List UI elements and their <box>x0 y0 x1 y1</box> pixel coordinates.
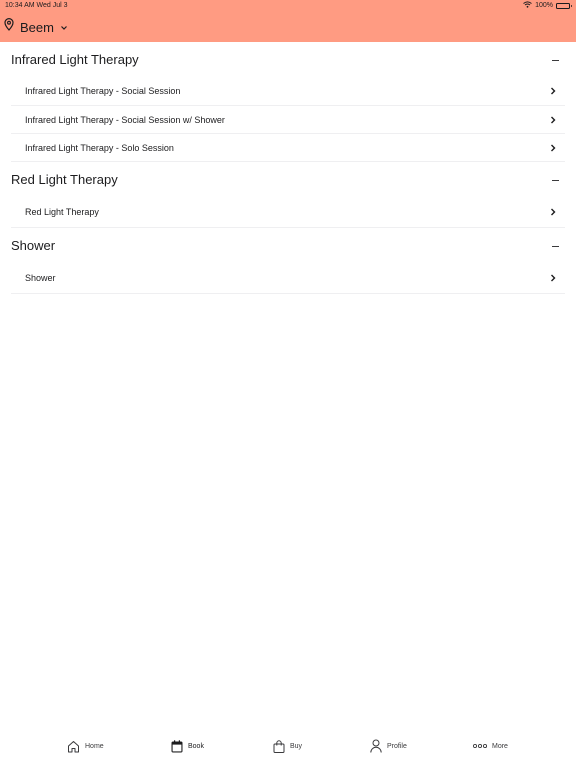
section-title: Infrared Light Therapy <box>11 51 139 67</box>
shopping-bag-icon <box>273 739 285 753</box>
list-item[interactable]: Infrared Light Therapy - Social Session <box>11 76 565 106</box>
chevron-right-icon <box>551 144 556 152</box>
section-shower: Shower Shower <box>0 228 576 294</box>
location-name: Beem <box>20 19 54 35</box>
tab-label: Book <box>188 742 204 750</box>
chevron-right-icon <box>551 87 556 95</box>
tab-label: Buy <box>290 742 303 750</box>
tab-more[interactable]: More <box>473 738 508 754</box>
tab-label: More <box>492 742 508 750</box>
chevron-down-icon <box>60 18 68 36</box>
bottom-tab-bar: Home Book Buy Profile More <box>0 728 576 768</box>
list-item[interactable]: Infrared Light Therapy - Social Session … <box>11 106 565 134</box>
chevron-right-icon <box>551 274 556 282</box>
tab-book[interactable]: Book <box>171 738 204 754</box>
status-indicators: 100% <box>523 1 572 10</box>
collapse-icon[interactable] <box>552 60 559 62</box>
status-bar: 10:34 AM Wed Jul 3 100% <box>0 0 576 12</box>
section-title: Red Light Therapy <box>11 171 118 187</box>
chevron-right-icon <box>551 208 556 216</box>
battery-icon <box>556 2 572 9</box>
service-list: Infrared Light Therapy Infrared Light Th… <box>0 42 576 294</box>
person-icon <box>370 739 382 753</box>
collapse-icon[interactable] <box>552 246 559 248</box>
location-selector[interactable]: Beem <box>4 18 68 36</box>
section-title: Shower <box>11 237 56 253</box>
app-header: 10:34 AM Wed Jul 3 100% Beem <box>0 0 576 42</box>
battery-percent: 100% <box>535 2 553 9</box>
tab-buy[interactable]: Buy <box>273 738 302 754</box>
chevron-right-icon <box>551 116 556 124</box>
home-icon <box>67 740 80 753</box>
list-item-label: Infrared Light Therapy - Social Session <box>25 85 181 96</box>
tab-label: Profile <box>387 742 407 750</box>
tab-label: Home <box>85 742 104 750</box>
list-item[interactable]: Red Light Therapy <box>11 196 565 228</box>
list-item-label: Red Light Therapy <box>25 206 99 217</box>
section-header[interactable]: Infrared Light Therapy <box>0 42 576 76</box>
tab-profile[interactable]: Profile <box>370 738 407 754</box>
calendar-icon <box>171 739 183 753</box>
collapse-icon[interactable] <box>552 180 559 182</box>
list-item[interactable]: Infrared Light Therapy - Solo Session <box>11 134 565 162</box>
more-dots-icon <box>473 743 487 749</box>
section-red-light-therapy: Red Light Therapy Red Light Therapy <box>0 162 576 228</box>
tab-home[interactable]: Home <box>67 738 104 754</box>
section-header[interactable]: Shower <box>0 228 576 262</box>
list-item-label: Shower <box>25 272 56 283</box>
location-pin-icon <box>4 18 14 36</box>
list-item-label: Infrared Light Therapy - Social Session … <box>25 114 225 125</box>
list-item[interactable]: Shower <box>11 262 565 294</box>
section-infrared-light-therapy: Infrared Light Therapy Infrared Light Th… <box>0 42 576 162</box>
status-time: 10:34 AM Wed Jul 3 <box>5 2 68 9</box>
section-header[interactable]: Red Light Therapy <box>0 162 576 196</box>
wifi-icon <box>523 1 532 10</box>
list-item-label: Infrared Light Therapy - Solo Session <box>25 142 174 153</box>
